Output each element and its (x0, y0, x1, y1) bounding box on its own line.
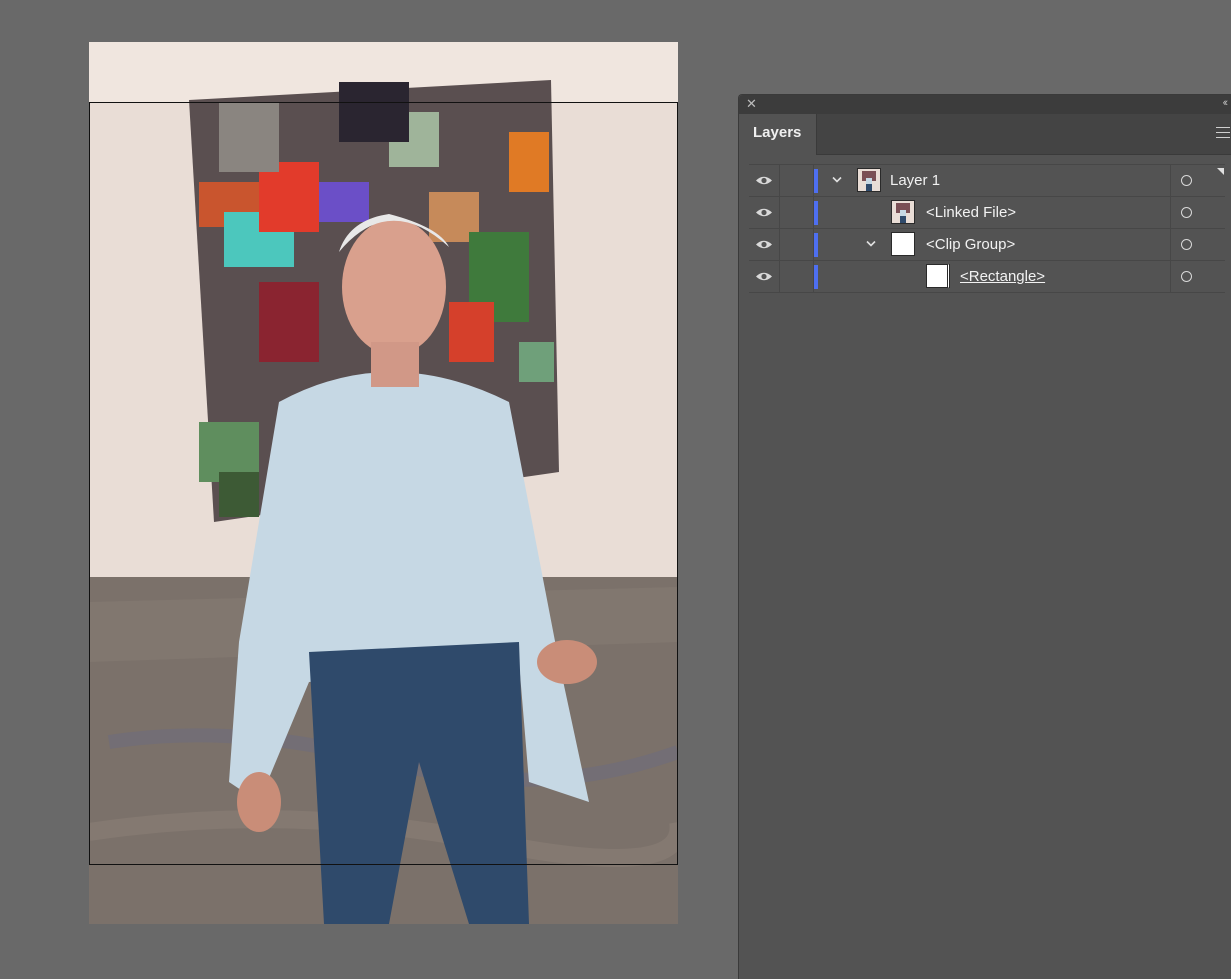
eye-icon (756, 176, 772, 185)
target-toggle[interactable] (1170, 197, 1225, 228)
target-circle-icon (1181, 207, 1192, 218)
visibility-toggle[interactable] (749, 197, 780, 228)
layer-list: Layer 1 <Linked File> <Clip Group> <Rect… (749, 164, 1225, 293)
layer-row-clip-group[interactable]: <Clip Group> (749, 228, 1225, 260)
layer-thumbnail (891, 200, 915, 224)
target-toggle[interactable] (1170, 165, 1225, 196)
layer-color-bar (814, 201, 818, 225)
visibility-toggle[interactable] (749, 261, 780, 292)
panel-titlebar: ✕ ‹‹ (739, 95, 1231, 114)
visibility-toggle[interactable] (749, 165, 780, 196)
lock-toggle[interactable] (780, 197, 814, 228)
layer-label[interactable]: Layer 1 (890, 172, 940, 189)
clip-group-rectangle-frame[interactable] (89, 102, 678, 865)
lock-toggle[interactable] (780, 165, 814, 196)
eye-icon (756, 208, 772, 217)
target-toggle[interactable] (1170, 261, 1225, 292)
layer-row-linked-file[interactable]: <Linked File> (749, 196, 1225, 228)
eye-icon (756, 272, 772, 281)
target-circle-icon (1181, 175, 1192, 186)
layers-panel: ✕ ‹‹ Layers Layer 1 <Linked File> <Clip … (738, 94, 1231, 979)
visibility-toggle[interactable] (749, 229, 780, 260)
panel-tab-strip: Layers (739, 114, 1231, 155)
layer-thumbnail (926, 264, 950, 288)
tab-layers[interactable]: Layers (739, 114, 817, 155)
layer-label[interactable]: <Clip Group> (926, 236, 1015, 253)
layer-label[interactable]: <Rectangle> (960, 268, 1045, 285)
target-toggle[interactable] (1170, 229, 1225, 260)
eye-icon (756, 240, 772, 249)
layer-color-bar (814, 233, 818, 257)
layer-thumbnail (857, 168, 881, 192)
chevron-down-icon[interactable] (832, 176, 842, 184)
target-circle-icon (1181, 239, 1192, 250)
collapse-double-chevron-icon[interactable]: ‹‹ (1223, 97, 1229, 109)
layer-color-bar (814, 265, 818, 289)
close-icon[interactable]: ✕ (746, 97, 758, 110)
lock-toggle[interactable] (780, 261, 814, 292)
target-circle-icon (1181, 271, 1192, 282)
layer-row-layer-1[interactable]: Layer 1 (749, 164, 1225, 196)
layer-row-rectangle[interactable]: <Rectangle> (749, 260, 1225, 293)
lock-toggle[interactable] (780, 229, 814, 260)
layer-thumbnail (891, 232, 915, 256)
chevron-down-icon[interactable] (866, 240, 876, 248)
layer-label[interactable]: <Linked File> (926, 204, 1016, 221)
layer-color-bar (814, 169, 818, 193)
hamburger-menu-icon[interactable] (1216, 127, 1230, 139)
